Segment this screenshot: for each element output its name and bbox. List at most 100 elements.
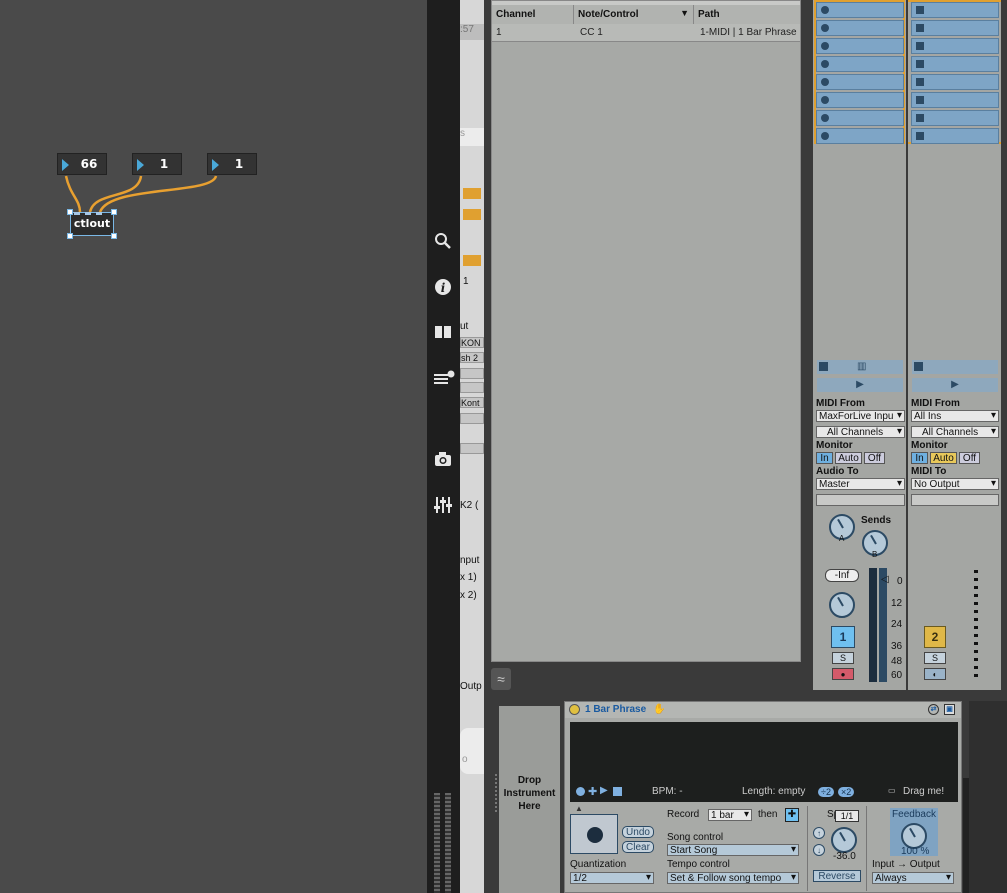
orange-indicator (463, 188, 481, 199)
speed-down-icon[interactable]: ↓ (813, 844, 825, 856)
quantization-select[interactable]: 1/2 (570, 872, 654, 884)
drag-me-label[interactable]: Drag me! (903, 786, 944, 797)
camera-icon[interactable] (433, 450, 453, 470)
reverse-button[interactable]: Reverse (813, 870, 861, 882)
clip-slot[interactable] (911, 56, 999, 72)
record-icon[interactable] (576, 787, 585, 796)
device-title-bar[interactable]: 1 Bar Phrase ✋ ⇄ ▣ (565, 702, 961, 718)
plus-icon[interactable]: ✚ (588, 785, 597, 798)
save-icon[interactable]: ▣ (944, 704, 955, 715)
ctlout-object[interactable]: ctlout (67, 209, 117, 239)
solo-button[interactable]: S (924, 652, 946, 664)
max-patcher-canvas[interactable]: 66 1 1 ctlout (0, 0, 427, 893)
number-box-value[interactable]: 66 (57, 153, 107, 175)
clip-slot[interactable] (911, 128, 999, 144)
inlet[interactable] (96, 212, 102, 215)
bar-phrase-device: 1 Bar Phrase ✋ ⇄ ▣ ✚ ▶ BPM: - Length: em… (564, 701, 962, 893)
clip-slot[interactable] (816, 92, 904, 108)
info-icon[interactable]: i (433, 278, 453, 298)
output-channel-select[interactable] (911, 494, 999, 506)
clip-slot[interactable] (816, 74, 904, 90)
monitor-auto-button[interactable]: Auto (835, 452, 862, 464)
channel-select[interactable]: All Channels (816, 426, 905, 438)
clip-slot[interactable] (911, 110, 999, 126)
audio-to-select[interactable]: Master (816, 478, 905, 490)
clip-slot[interactable] (816, 128, 904, 144)
volume-fader[interactable] (879, 568, 887, 682)
search-icon[interactable] (433, 232, 453, 252)
clip-slot[interactable] (816, 20, 904, 36)
solo-button[interactable]: S (832, 652, 854, 664)
monitor-in-button[interactable]: In (816, 452, 833, 464)
instrument-drop-zone[interactable]: Drop Instrument Here (499, 706, 560, 893)
clip-slot[interactable] (911, 92, 999, 108)
column-header-note-control[interactable]: Note/Control ▼ (574, 5, 694, 24)
double-length-button[interactable]: ×2 (838, 787, 855, 797)
monitor-auto-button[interactable]: Auto (930, 452, 957, 464)
device-power-icon[interactable] (569, 704, 580, 715)
monitor-off-button[interactable]: Off (864, 452, 885, 464)
clear-button[interactable]: Clear (622, 841, 654, 853)
monitor-off-button[interactable]: Off (959, 452, 980, 464)
column-header-channel[interactable]: Channel (492, 5, 574, 24)
halve-length-button[interactable]: ÷2 (818, 787, 834, 797)
speed-badge[interactable]: 1/1 (835, 810, 859, 822)
number-box-channel[interactable]: 1 (207, 153, 257, 175)
wave-icon[interactable]: ≈ (491, 668, 511, 690)
io-select[interactable]: Always (872, 872, 954, 884)
speed-knob[interactable] (831, 827, 857, 853)
panel-grip[interactable] (495, 774, 497, 814)
track-activator-button[interactable]: 1 (831, 626, 855, 648)
clip-slot[interactable] (911, 20, 999, 36)
clip-slot[interactable] (911, 74, 999, 90)
arm-button[interactable]: ● (832, 668, 854, 680)
midi-to-select[interactable]: No Output (911, 478, 999, 490)
output-channel-select[interactable] (816, 494, 905, 506)
record-length-select[interactable]: 1 bar (708, 809, 752, 821)
column-header-path[interactable]: Path (694, 5, 800, 24)
resize-handle[interactable] (67, 209, 73, 215)
play-icon[interactable]: ▶ (912, 378, 998, 392)
pan-knob[interactable] (829, 592, 855, 618)
song-control-label: Song control (667, 832, 724, 843)
channel-select[interactable]: All Channels (911, 426, 999, 438)
number-value: 1 (234, 157, 244, 171)
mixer-icon[interactable] (433, 496, 453, 516)
resize-handle[interactable] (111, 209, 117, 215)
resize-handle[interactable] (111, 233, 117, 239)
scale-label: 0 (897, 576, 903, 587)
clip-slot[interactable] (816, 2, 904, 18)
table-row[interactable]: 1 CC 1 1-MIDI | 1 Bar Phrase (492, 24, 800, 42)
list-icon[interactable] (433, 370, 455, 390)
resize-handle[interactable] (67, 233, 73, 239)
clip-slot[interactable] (816, 38, 904, 54)
monitor-toggle[interactable]: ◐ (924, 668, 946, 680)
clip-slot[interactable] (911, 38, 999, 54)
undo-button[interactable]: Undo (622, 826, 654, 838)
then-action-button[interactable]: ✚ (785, 808, 799, 822)
drop-zone-text: Drop Instrument Here (503, 775, 556, 812)
clip-slot[interactable] (816, 110, 904, 126)
collapse-arrow-icon[interactable]: ▲ (575, 804, 583, 813)
inlet[interactable] (74, 212, 80, 215)
clip-slot[interactable] (816, 56, 904, 72)
tempo-control-select[interactable]: Set & Follow song tempo (667, 872, 799, 884)
stop-icon[interactable] (613, 787, 622, 796)
midi-from-select[interactable]: MaxForLive Inpu (816, 410, 905, 422)
stop-clips-button[interactable] (912, 360, 998, 374)
big-record-button[interactable] (570, 814, 618, 854)
play-icon[interactable]: ▶ (600, 785, 608, 796)
monitor-in-button[interactable]: In (911, 452, 928, 464)
song-control-select[interactable]: Start Song (667, 844, 799, 856)
inlet[interactable] (85, 212, 91, 215)
clip-slot[interactable] (911, 2, 999, 18)
number-box-controller[interactable]: 1 (132, 153, 182, 175)
hot-swap-icon[interactable]: ⇄ (928, 704, 939, 715)
play-icon[interactable]: ▶ (817, 378, 903, 392)
volume-readout[interactable]: -Inf (825, 569, 859, 582)
book-icon[interactable] (433, 324, 453, 344)
track-activator-button[interactable]: 2 (924, 626, 946, 648)
speed-up-icon[interactable]: ↑ (813, 827, 825, 839)
midi-from-select[interactable]: All Ins (911, 410, 999, 422)
stop-clips-button[interactable]: ▥ (817, 360, 903, 374)
